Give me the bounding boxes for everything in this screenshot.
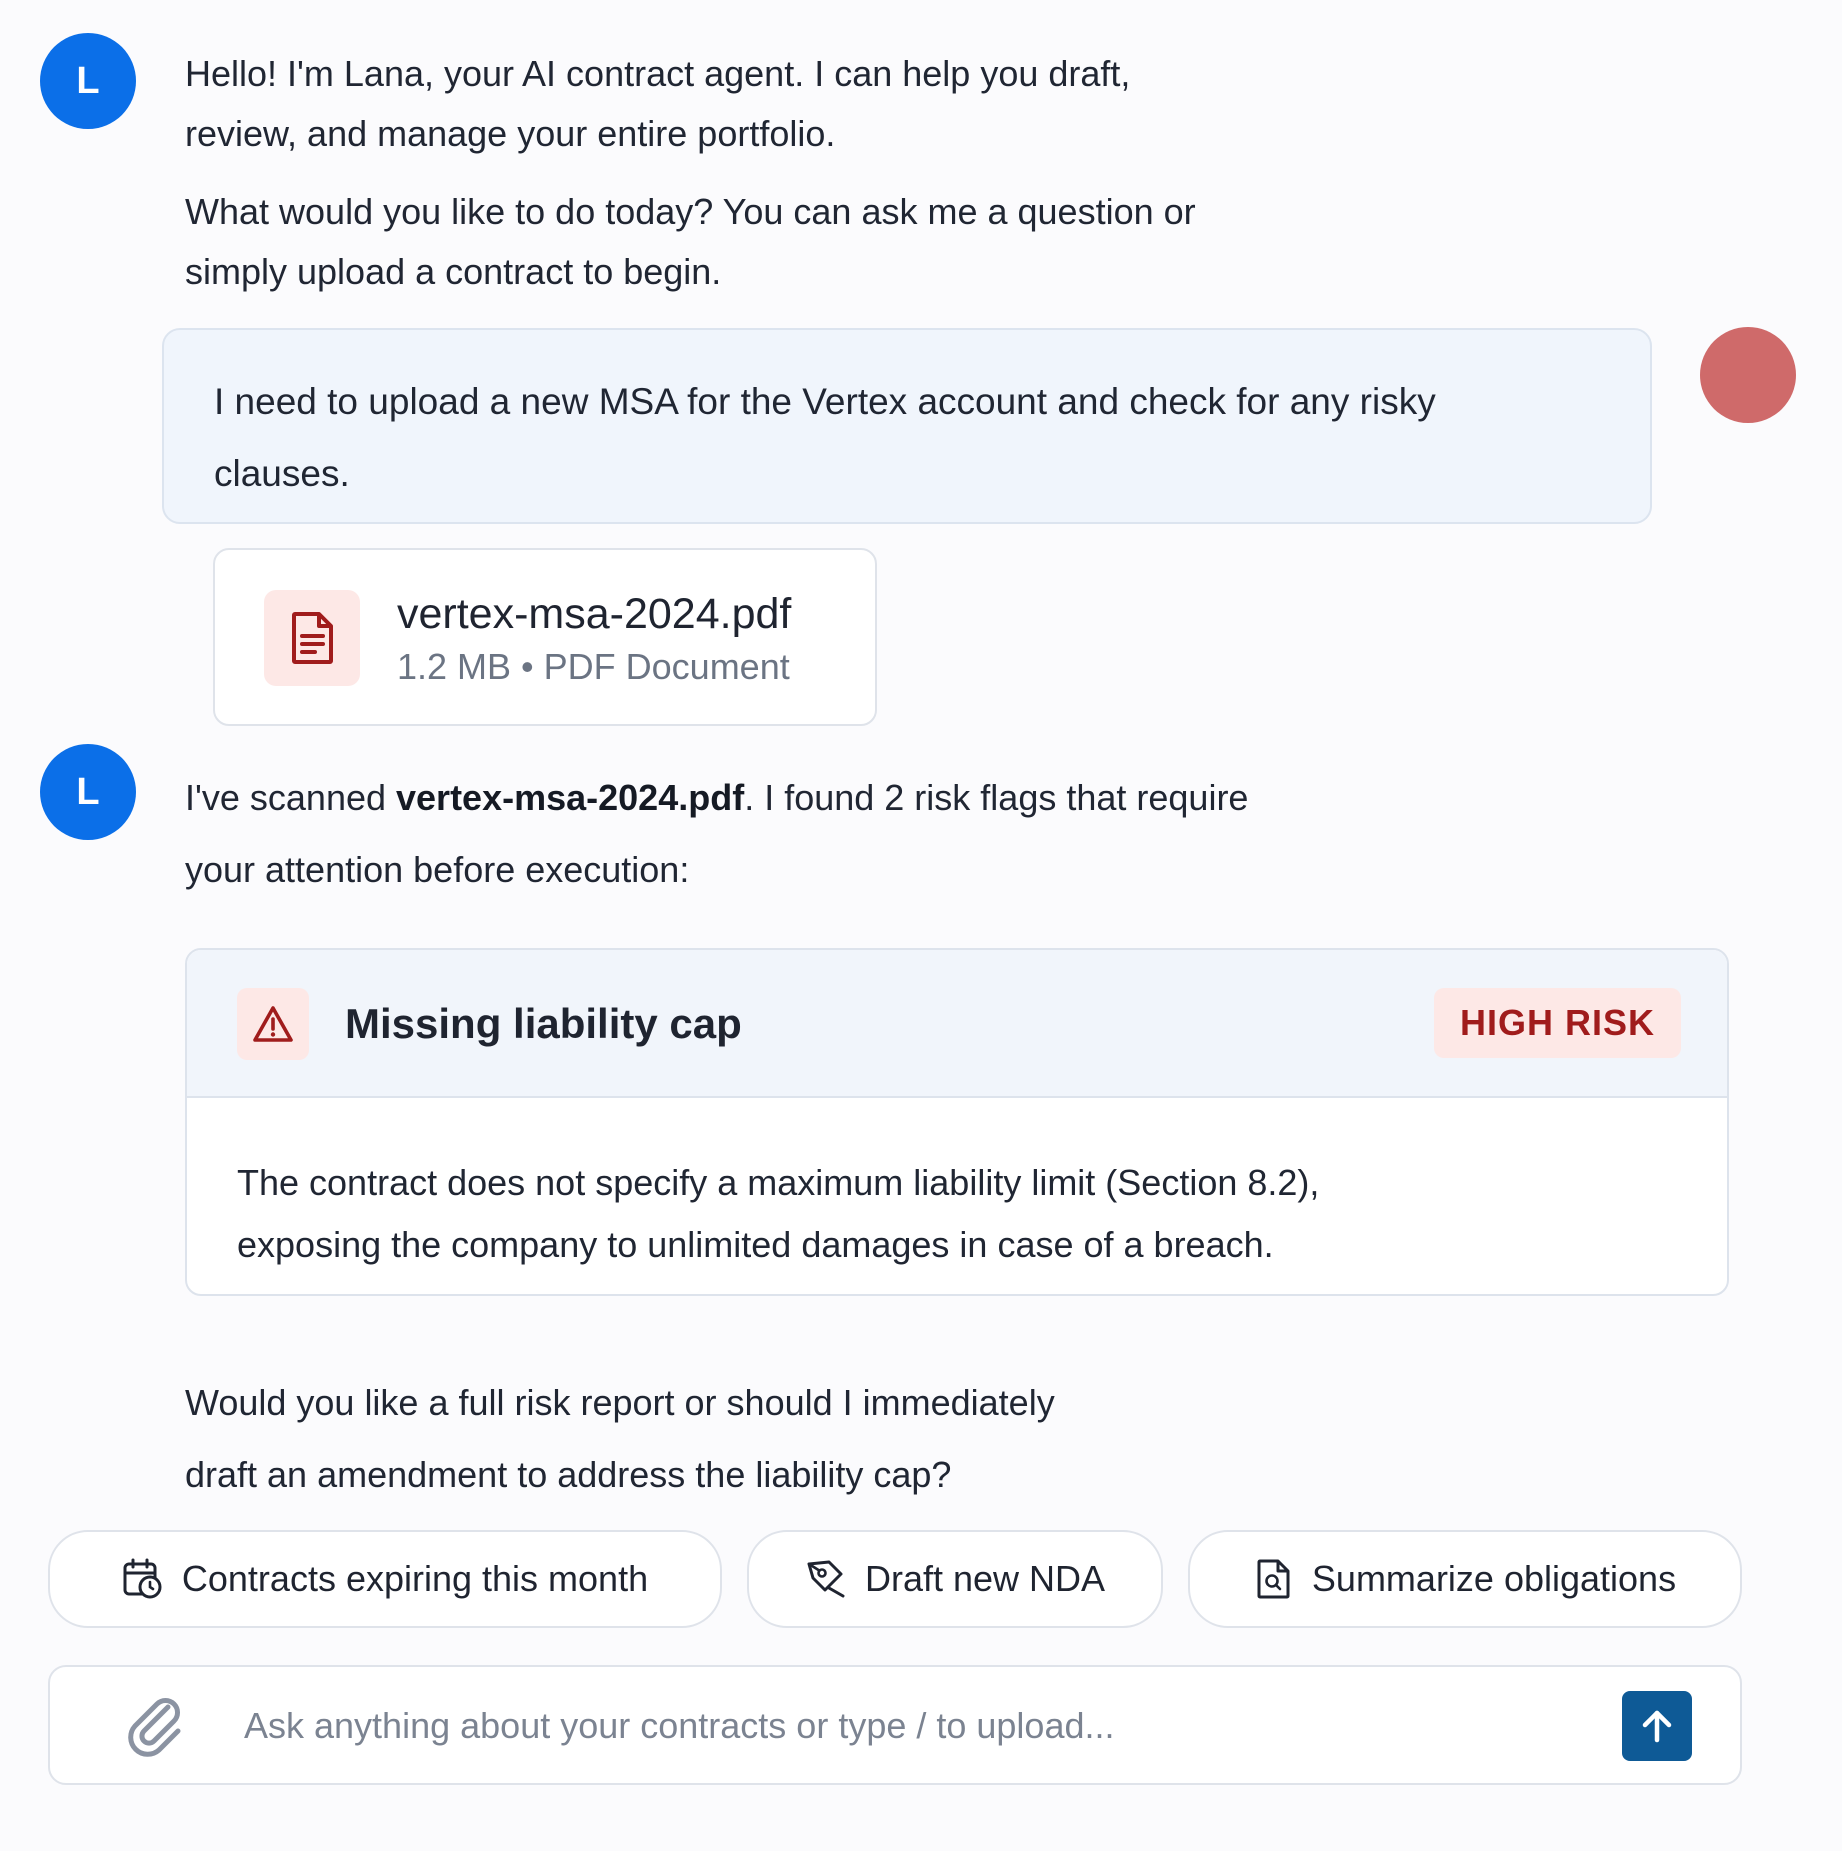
pen-icon	[807, 1560, 845, 1598]
assistant-avatar: L	[40, 33, 136, 129]
attachment-meta: 1.2 MB • PDF Document	[397, 646, 790, 687]
risk-flag-title: Missing liability cap	[345, 1000, 742, 1047]
risk-flag-card[interactable]: Missing liability cap HIGH RISK The cont…	[185, 948, 1729, 1296]
file-search-icon	[1257, 1559, 1290, 1599]
suggestion-label: Contracts expiring this month	[181, 1558, 649, 1599]
chat-composer	[48, 1665, 1742, 1785]
user-message-bubble: I need to upload a new MSA for the Verte…	[162, 328, 1652, 524]
prompt-line-2: simply upload a contract to begin.	[185, 251, 722, 292]
suggestion-label: Draft new NDA	[864, 1558, 1106, 1599]
user-message-line-1: I need to upload a new MSA for the Verte…	[214, 381, 1436, 422]
assistant-avatar-letter: L	[76, 59, 100, 102]
warning-icon	[237, 988, 309, 1060]
scan-filename: vertex-msa-2024.pdf	[396, 777, 745, 818]
chat-input[interactable]	[242, 1687, 1396, 1765]
paperclip-icon[interactable]	[124, 1693, 188, 1757]
followup-line-1: Would you like a full risk report or sho…	[185, 1382, 1055, 1423]
attachment-card[interactable]: vertex-msa-2024.pdf 1.2 MB • PDF Documen…	[213, 548, 877, 726]
document-icon	[264, 590, 360, 686]
suggestion-draft-nda[interactable]: Draft new NDA	[747, 1530, 1163, 1628]
greeting-line-1: Hello! I'm Lana, your AI contract agent.…	[185, 53, 1131, 94]
greeting-line-2: review, and manage your entire portfolio…	[185, 113, 836, 154]
assistant-avatar: L	[40, 744, 136, 840]
risk-level-badge: HIGH RISK	[1433, 988, 1681, 1058]
assistant-greeting-message: Hello! I'm Lana, your AI contract agent.…	[185, 44, 1585, 302]
scan-line-2: your attention before execution:	[185, 849, 690, 890]
scan-line-1: I've scanned vertex-msa-2024.pdf. I foun…	[185, 762, 1685, 834]
scan-suffix: . I found 2 risk flags that require	[744, 777, 1249, 818]
risk-flag-description: The contract does not specify a maximum …	[237, 1152, 1677, 1276]
assistant-avatar-letter: L	[76, 770, 100, 813]
prompt-line-1: What would you like to do today? You can…	[185, 191, 1196, 232]
assistant-scan-message: I've scanned vertex-msa-2024.pdf. I foun…	[185, 762, 1685, 906]
user-message-line-2: clauses.	[214, 453, 350, 494]
scan-prefix: I've scanned	[185, 777, 397, 818]
calendar-clock-icon	[123, 1558, 162, 1599]
suggestion-summarize-obligations[interactable]: Summarize obligations	[1188, 1530, 1742, 1628]
attachment-name: vertex-msa-2024.pdf	[397, 590, 792, 638]
user-avatar	[1700, 327, 1796, 423]
suggestion-contracts-expiring[interactable]: Contracts expiring this month	[48, 1530, 722, 1628]
send-button[interactable]	[1622, 1691, 1692, 1761]
assistant-followup-message: Would you like a full risk report or sho…	[185, 1367, 1585, 1511]
risk-description-line-2: exposing the company to unlimited damage…	[237, 1224, 1274, 1265]
arrow-up-icon	[1642, 1710, 1672, 1743]
risk-description-line-1: The contract does not specify a maximum …	[237, 1162, 1320, 1203]
risk-flag-header: Missing liability cap HIGH RISK	[187, 950, 1727, 1098]
suggestion-label: Summarize obligations	[1311, 1558, 1677, 1599]
followup-line-2: draft an amendment to address the liabil…	[185, 1454, 952, 1495]
